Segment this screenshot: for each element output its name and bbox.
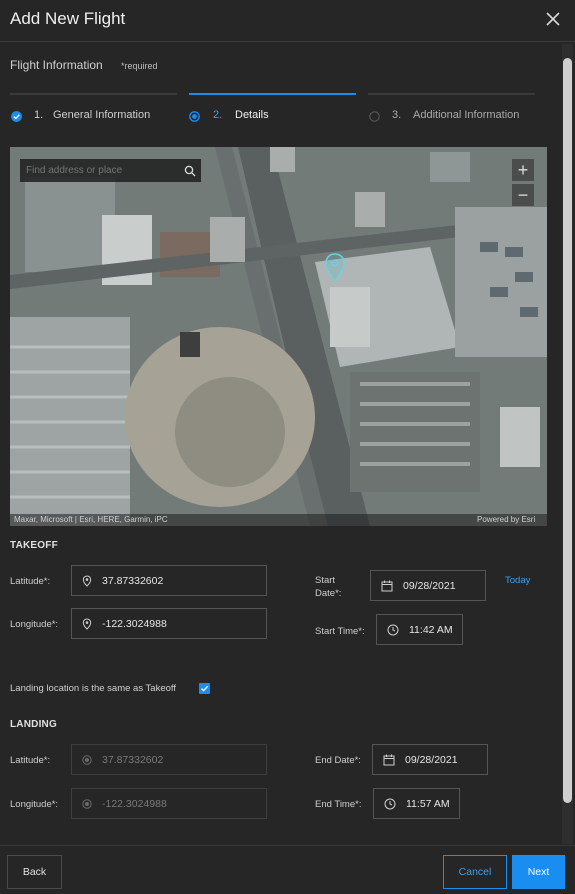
calendar-icon	[383, 754, 395, 765]
location-pin-icon	[82, 617, 92, 630]
takeoff-longitude-value: -122.3024988	[102, 617, 167, 630]
map-search-input[interactable]	[20, 159, 178, 182]
start-time-value: 11:42 AM	[409, 623, 453, 636]
landing-latitude-label: Latitude*:	[10, 755, 51, 766]
takeoff-longitude-field[interactable]: -122.3024988	[71, 608, 267, 639]
step-pending-icon	[369, 111, 380, 122]
start-time-label: Start Time*:	[315, 626, 365, 637]
step-2-number: 2.	[213, 109, 223, 121]
start-date-label-1: Start	[315, 575, 336, 586]
step-bar-1	[10, 93, 177, 95]
map-powered-by[interactable]: Powered by Esri	[477, 515, 535, 524]
start-date-value: 09/28/2021	[403, 579, 456, 592]
start-time-field[interactable]: 11:42 AM	[376, 614, 463, 645]
map-attribution: Maxar, Microsoft | Esri, HERE, Garmin, i…	[14, 515, 168, 524]
step-active-icon	[189, 111, 200, 122]
step-3-label[interactable]: Additional Information	[413, 109, 519, 121]
landing-longitude-value: -122.3024988	[102, 797, 167, 810]
section-title: Flight Information	[10, 58, 103, 72]
required-note: *required	[121, 61, 158, 71]
search-icon	[184, 165, 195, 176]
step-bar-2	[189, 93, 356, 95]
end-time-label: End Time*:	[315, 799, 362, 810]
step-bar-3	[368, 93, 535, 95]
location-pin-icon[interactable]	[324, 252, 346, 284]
step-2-label[interactable]: Details	[235, 109, 269, 121]
location-pin-icon	[82, 574, 92, 587]
start-date-field[interactable]: 09/28/2021	[370, 570, 486, 601]
takeoff-latitude-label: Latitude*:	[10, 576, 51, 587]
scrollbar-thumb[interactable]	[563, 58, 572, 803]
takeoff-longitude-label: Longitude*:	[10, 619, 59, 630]
end-date-label: End Date*:	[315, 755, 361, 766]
landing-heading: LANDING	[10, 719, 57, 730]
end-date-value: 09/28/2021	[405, 753, 458, 766]
step-1-number: 1.	[34, 109, 44, 121]
back-button[interactable]: Back	[7, 855, 62, 889]
zoom-out-button[interactable]: −	[512, 184, 534, 206]
step-complete-icon	[11, 111, 22, 122]
target-icon	[82, 798, 92, 809]
landing-longitude-label: Longitude*:	[10, 799, 59, 810]
map-search-box[interactable]	[20, 159, 178, 182]
takeoff-latitude-field[interactable]: 37.87332602	[71, 565, 267, 596]
cancel-button[interactable]: Cancel	[443, 855, 507, 889]
clock-icon	[384, 798, 396, 809]
zoom-in-button[interactable]: +	[512, 159, 534, 181]
today-link[interactable]: Today	[505, 575, 530, 586]
start-date-label-2: Date*:	[315, 588, 342, 599]
landing-same-label: Landing location is the same as Takeoff	[10, 683, 177, 694]
landing-latitude-field: 37.87332602	[71, 744, 267, 775]
landing-longitude-field: -122.3024988	[71, 788, 267, 819]
map-search-button[interactable]	[178, 159, 201, 182]
close-icon[interactable]	[545, 11, 561, 27]
step-3-number: 3.	[392, 109, 402, 121]
landing-same-checkbox[interactable]	[199, 683, 210, 694]
calendar-icon	[381, 580, 393, 591]
target-icon	[82, 754, 92, 765]
map-imagery	[10, 147, 547, 526]
end-time-field[interactable]: 11:57 AM	[373, 788, 460, 819]
clock-icon	[387, 624, 399, 635]
next-button[interactable]: Next	[512, 855, 565, 889]
takeoff-heading: TAKEOFF	[10, 540, 58, 551]
end-time-value: 11:57 AM	[406, 797, 450, 810]
takeoff-latitude-value: 37.87332602	[102, 574, 164, 587]
landing-latitude-value: 37.87332602	[102, 753, 164, 766]
dialog-title: Add New Flight	[10, 9, 126, 28]
satellite-map[interactable]: + − Maxar, Microsoft | Esri, HERE, Garmi…	[10, 147, 547, 526]
step-1-label[interactable]: General Information	[53, 109, 150, 121]
end-date-field[interactable]: 09/28/2021	[372, 744, 488, 775]
